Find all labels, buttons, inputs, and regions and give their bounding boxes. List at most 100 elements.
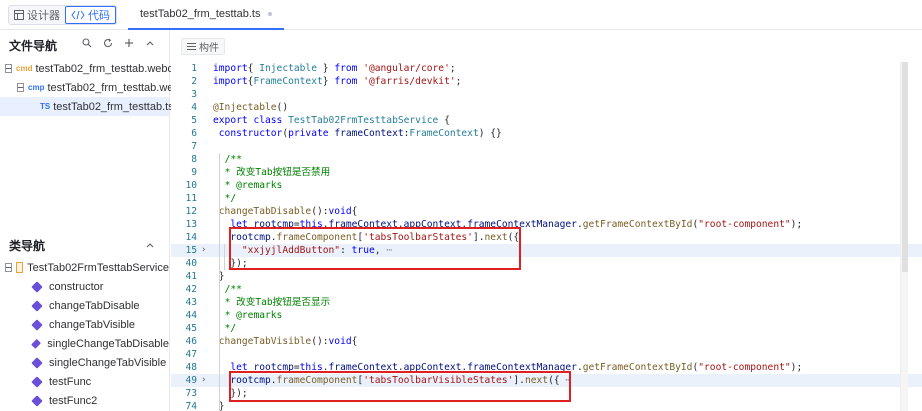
file-tab[interactable]: testTab02_frm_testtab.ts <box>128 0 285 30</box>
line-number: 40 <box>185 258 197 269</box>
fold-chevron-icon[interactable]: › <box>201 244 211 257</box>
code-token: @Injectable <box>213 102 277 113</box>
code-line[interactable]: 74 } <box>171 400 922 411</box>
class-member-item[interactable]: singleChangeTabDisable <box>0 334 169 353</box>
code-line[interactable]: 40 }); <box>171 257 922 270</box>
code-line[interactable]: 8 /** <box>171 153 922 166</box>
code-text: constructor(private frameContext:FrameCo… <box>213 127 502 140</box>
class-member-item[interactable]: constructor <box>0 277 169 296</box>
code-line[interactable]: 5 export class TestTab02FrmTesttabService… <box>171 114 922 127</box>
method-icon <box>31 356 43 369</box>
file-tree-item-webcmp[interactable]: cmp testTab02_frm_testtab.webcmp <box>0 78 200 97</box>
code-line[interactable]: 48 let rootcmp=this.frameContext.appCont… <box>171 361 922 374</box>
code-line[interactable]: 10 * @remarks <box>171 179 922 192</box>
line-number: 45 <box>185 323 197 334</box>
code-token: void <box>328 336 352 347</box>
line-number: 47 <box>185 349 197 360</box>
line-number: 43 <box>185 297 197 308</box>
code-text: import{FrameContext} from '@farris/devki… <box>213 75 461 88</box>
code-token: frameContextManager <box>467 219 577 230</box>
collapse-toggle-icon[interactable] <box>17 83 24 92</box>
class-tree-root-label: TestTab02FrmTesttabService <box>27 261 169 274</box>
code-line[interactable]: 7 <box>171 140 922 153</box>
component-button[interactable]: 构件 <box>181 38 225 55</box>
file-tree-item-webcmd[interactable]: cmd testTab02_frm_testtab.webcmd <box>0 59 188 78</box>
class-member-item[interactable]: testFunc <box>0 372 169 391</box>
add-icon[interactable] <box>124 37 134 49</box>
line-number: 1 <box>191 63 197 74</box>
top-bar: 设计器 代码 testTab02_frm_testtab.ts <box>0 0 922 30</box>
code-token: appContext <box>403 219 462 230</box>
code-token: (): <box>311 336 329 347</box>
code-token: () <box>276 102 289 113</box>
code-text: */ <box>213 322 237 335</box>
code-token: ) {} <box>478 128 502 139</box>
code-token: { <box>351 336 358 347</box>
code-token: frameContext <box>328 219 398 230</box>
collapse-up-icon[interactable] <box>145 239 155 251</box>
code-mode-button[interactable]: 代码 <box>65 6 116 24</box>
code-text: let rootcmp=this.frameContext.appContext… <box>213 218 802 231</box>
code-token: rootcmp <box>253 219 294 230</box>
divider <box>116 6 117 24</box>
vertical-scrollbar[interactable] <box>900 62 908 411</box>
code-token: frameContext <box>334 128 404 139</box>
code-line[interactable]: 2 import{FrameContext} from '@farris/devk… <box>171 75 922 88</box>
webcmp-file-icon: cmp <box>28 83 45 92</box>
code-token: "root-component" <box>698 219 791 230</box>
code-text: * 改变Tab按钮是否禁用 <box>213 166 331 179</box>
code-token: constructor <box>218 128 283 139</box>
code-token: export <box>213 115 248 126</box>
code-token: '@angular/core' <box>363 63 450 74</box>
line-number: 4 <box>191 102 197 113</box>
code-line[interactable]: 43 * 改变Tab按钮是否显示 <box>171 296 922 309</box>
code-line[interactable]: 47 <box>171 348 922 361</box>
code-line[interactable]: 11 */ <box>171 192 922 205</box>
code-area[interactable]: 1 import{ Injectable } from '@angular/cor… <box>171 62 922 411</box>
code-token: changeTabVisible <box>218 336 312 347</box>
class-member-label: constructor <box>49 280 104 293</box>
code-mode-label: 代码 <box>88 10 110 22</box>
search-icon[interactable] <box>82 37 92 49</box>
code-line[interactable]: 9 * 改变Tab按钮是否禁用 <box>171 166 922 179</box>
code-line[interactable]: 42 /** <box>171 283 922 296</box>
code-line[interactable]: 4 @Injectable() <box>171 101 922 114</box>
code-line[interactable]: 15 › "xxjyjlAddButton": true, ⋯ <box>171 244 922 257</box>
code-line[interactable]: 73 }); <box>171 387 922 400</box>
code-text: @Injectable() <box>213 101 288 114</box>
code-token: ); <box>790 219 803 230</box>
fold-chevron-icon[interactable]: › <box>201 374 211 387</box>
designer-mode-button[interactable]: 设计器 <box>9 6 65 24</box>
line-number: 48 <box>185 362 197 373</box>
refresh-icon[interactable] <box>103 37 113 49</box>
code-line[interactable]: 14 rootcmp.frameComponent['tabsToolbarSt… <box>171 231 922 244</box>
code-line[interactable]: 12 changeTabDisable():void{ <box>171 205 922 218</box>
class-tree-root[interactable]: TestTab02FrmTesttabService <box>0 258 169 277</box>
line-number: 3 <box>191 89 197 100</box>
file-tree-item-ts[interactable]: TS testTab02_frm_testtab.ts <box>0 97 174 116</box>
class-member-item[interactable]: testFunc2 <box>0 391 169 410</box>
collapse-toggle-icon[interactable] <box>5 263 12 272</box>
code-line[interactable]: 3 <box>171 88 922 101</box>
collapse-up-icon[interactable] <box>145 37 155 49</box>
class-member-item[interactable]: changeTabVisible <box>0 315 169 334</box>
code-line[interactable]: 13 let rootcmp=this.frameContext.appCont… <box>171 218 922 231</box>
collapse-toggle-icon[interactable] <box>5 64 12 73</box>
code-line[interactable]: 46 changeTabVisible():void{ <box>171 335 922 348</box>
indent-guide <box>219 335 220 411</box>
code-token: appContext <box>403 362 462 373</box>
code-line[interactable]: 45 */ <box>171 322 922 335</box>
code-text: "xxjyjlAddButton": true, ⋯ <box>213 244 392 257</box>
code-line[interactable]: 1 import{ Injectable } from '@angular/cor… <box>171 62 922 75</box>
code-token: rootcmp <box>253 362 294 373</box>
code-line[interactable]: 49 › rootcmp.frameComponent['tabsToolbarV… <box>171 374 922 387</box>
class-member-item[interactable]: changeTabDisable <box>0 296 169 315</box>
class-member-item[interactable]: singleChangeTabVisible <box>0 353 169 372</box>
code-line[interactable]: 6 constructor(private frameContext:Frame… <box>171 127 922 140</box>
code-line[interactable]: 44 * @remarks <box>171 309 922 322</box>
scrollbar-thumb[interactable] <box>902 62 908 272</box>
code-line[interactable]: 41 } <box>171 270 922 283</box>
